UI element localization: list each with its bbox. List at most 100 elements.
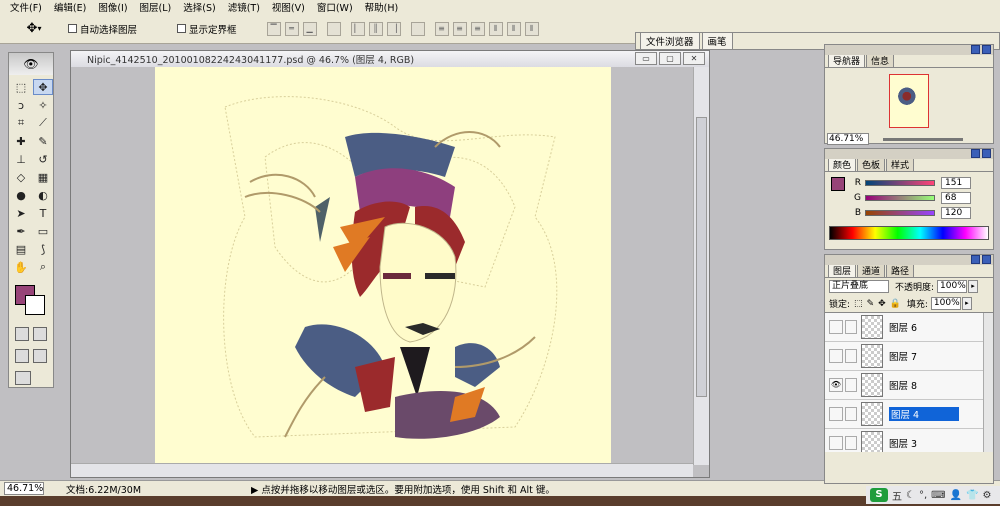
minimize-icon[interactable] <box>971 45 980 54</box>
layer-row-selected[interactable]: 图层 4 <box>825 400 993 429</box>
pen-tool-icon[interactable]: ✒ <box>11 223 31 239</box>
color-spectrum-bar[interactable] <box>829 226 989 240</box>
imageready-icon[interactable] <box>15 371 31 385</box>
align-right-icon[interactable]: ▕ <box>386 21 401 36</box>
link-toggle[interactable] <box>845 320 857 334</box>
align-left-icon[interactable]: ▏ <box>350 21 365 36</box>
path-select-icon[interactable]: ➤ <box>11 205 31 221</box>
healing-brush-icon[interactable]: ✚ <box>11 133 31 149</box>
close-icon[interactable] <box>982 149 991 158</box>
green-value-field[interactable]: 68 <box>941 191 971 204</box>
notes-tool-icon[interactable]: ▤ <box>11 241 31 257</box>
menu-window[interactable]: 窗口(W) <box>311 0 359 14</box>
fill-field[interactable]: 100% <box>930 297 961 310</box>
screen-mode-menu-icon[interactable] <box>33 349 47 363</box>
panel-title-bar[interactable] <box>825 149 993 159</box>
hand-tool-icon[interactable]: ✋ <box>11 259 31 275</box>
tab-brushes[interactable]: 画笔 <box>701 32 733 49</box>
image-canvas[interactable] <box>155 67 611 465</box>
document-size[interactable]: 文档:6.22M/30M <box>66 482 141 496</box>
brush-tool-icon[interactable]: ✎ <box>33 133 53 149</box>
close-button[interactable]: ✕ <box>683 52 705 65</box>
punctuation-icon[interactable]: °, <box>919 490 927 501</box>
close-icon[interactable] <box>982 255 991 264</box>
distribute-hcenter-icon[interactable]: ⫴ <box>506 21 521 36</box>
ime-mode-icon[interactable]: 五 <box>892 488 902 503</box>
history-brush-icon[interactable]: ↺ <box>33 151 53 167</box>
link-toggle[interactable] <box>845 436 857 450</box>
tab-info[interactable]: 信息 <box>866 53 895 67</box>
tools-icon[interactable]: ⚙ <box>983 490 992 501</box>
panel-title-bar[interactable] <box>825 45 993 55</box>
link-toggle[interactable] <box>845 407 857 421</box>
shape-tool-icon[interactable]: ▭ <box>33 223 53 239</box>
tab-layers[interactable]: 图层 <box>828 263 857 277</box>
distribute-top-icon[interactable]: ≡ <box>434 21 449 36</box>
vertical-scrollbar[interactable] <box>693 67 709 465</box>
align-hcenter-icon[interactable]: ║ <box>368 21 383 36</box>
align-bottom-icon[interactable]: ▁ <box>302 21 317 36</box>
tool-preset-picker[interactable]: ✥ ▾ <box>14 18 54 40</box>
eye-icon[interactable]: 👁 <box>829 378 843 392</box>
layers-scrollbar[interactable] <box>983 313 993 452</box>
eraser-tool-icon[interactable]: ◇ <box>11 169 31 185</box>
blue-value-field[interactable]: 120 <box>941 206 971 219</box>
link-toggle[interactable] <box>845 378 857 392</box>
photoshop-eye-icon[interactable]: 👁 <box>9 53 53 75</box>
color-panel-swatch[interactable] <box>831 177 845 191</box>
standard-mode-icon[interactable] <box>15 327 29 341</box>
layer-row[interactable]: 图层 6 <box>825 313 993 342</box>
document-title-bar[interactable]: Nipic_4142510_20100108224243041177.psd @… <box>71 51 709 67</box>
visibility-toggle[interactable] <box>829 407 843 421</box>
magic-wand-tool-icon[interactable]: ✧ <box>33 97 53 113</box>
type-tool-icon[interactable]: T <box>33 205 53 221</box>
align-vcenter-icon[interactable]: ═ <box>284 21 299 36</box>
navigator-zoom-field[interactable]: 46.71% <box>827 133 869 145</box>
distribute-right-icon[interactable]: ⫴ <box>524 21 539 36</box>
maximize-button[interactable]: ▢ <box>659 52 681 65</box>
move-tool-icon[interactable]: ✥ <box>33 79 53 95</box>
layer-row[interactable]: 图层 7 <box>825 342 993 371</box>
lock-image-icon[interactable]: ✎ <box>867 299 875 309</box>
lock-transparency-icon[interactable]: ⬚ <box>854 299 863 309</box>
screen-mode-standard-icon[interactable] <box>15 349 29 363</box>
menu-help[interactable]: 帮助(H) <box>359 0 405 14</box>
layer-row[interactable]: 👁 图层 8 <box>825 371 993 400</box>
visibility-toggle[interactable] <box>829 436 843 450</box>
minimize-icon[interactable] <box>971 255 980 264</box>
horizontal-scrollbar[interactable] <box>71 463 693 477</box>
blue-slider[interactable] <box>865 209 935 216</box>
navigator-zoom-slider[interactable] <box>883 137 963 141</box>
layer-row[interactable]: 图层 3 <box>825 429 993 452</box>
green-slider[interactable] <box>865 194 935 201</box>
background-color-swatch[interactable] <box>25 295 45 315</box>
menu-filter[interactable]: 滤镜(T) <box>222 0 266 14</box>
moon-icon[interactable]: ☾ <box>906 490 915 501</box>
zoom-field[interactable]: 46.71% <box>4 482 44 495</box>
scroll-thumb[interactable] <box>696 117 707 397</box>
gradient-tool-icon[interactable]: ▦ <box>33 169 53 185</box>
panel-title-bar[interactable] <box>825 255 993 265</box>
red-slider[interactable] <box>865 179 935 186</box>
eyedropper-tool-icon[interactable]: ⟆ <box>33 241 53 257</box>
blend-mode-select[interactable]: 正片叠底 <box>829 280 889 293</box>
user-icon[interactable]: 👤 <box>950 490 962 501</box>
tab-file-browser[interactable]: 文件浏览器 <box>640 32 700 49</box>
tab-navigator[interactable]: 导航器 <box>828 53 866 67</box>
show-bounding-box-checkbox[interactable]: 显示定界框 <box>177 22 237 36</box>
menu-layer[interactable]: 图层(L) <box>134 0 178 14</box>
lock-all-icon[interactable]: 🔒 <box>890 299 901 309</box>
distribute-bottom-icon[interactable]: ≡ <box>470 21 485 36</box>
menu-view[interactable]: 视图(V) <box>266 0 311 14</box>
shirt-icon[interactable]: 👕 <box>966 490 978 501</box>
tab-swatches[interactable]: 色板 <box>857 157 886 171</box>
tab-color[interactable]: 颜色 <box>828 157 857 171</box>
minimize-icon[interactable] <box>971 149 980 158</box>
align-top-icon[interactable]: ▔ <box>266 21 281 36</box>
visibility-toggle[interactable] <box>829 349 843 363</box>
fill-arrow-icon[interactable]: ▸ <box>961 297 972 310</box>
zoom-tool-icon[interactable]: ⌕ <box>33 259 53 275</box>
lasso-tool-icon[interactable]: ↄ <box>11 97 31 113</box>
distribute-vcenter-icon[interactable]: ≡ <box>452 21 467 36</box>
visibility-toggle[interactable] <box>829 320 843 334</box>
